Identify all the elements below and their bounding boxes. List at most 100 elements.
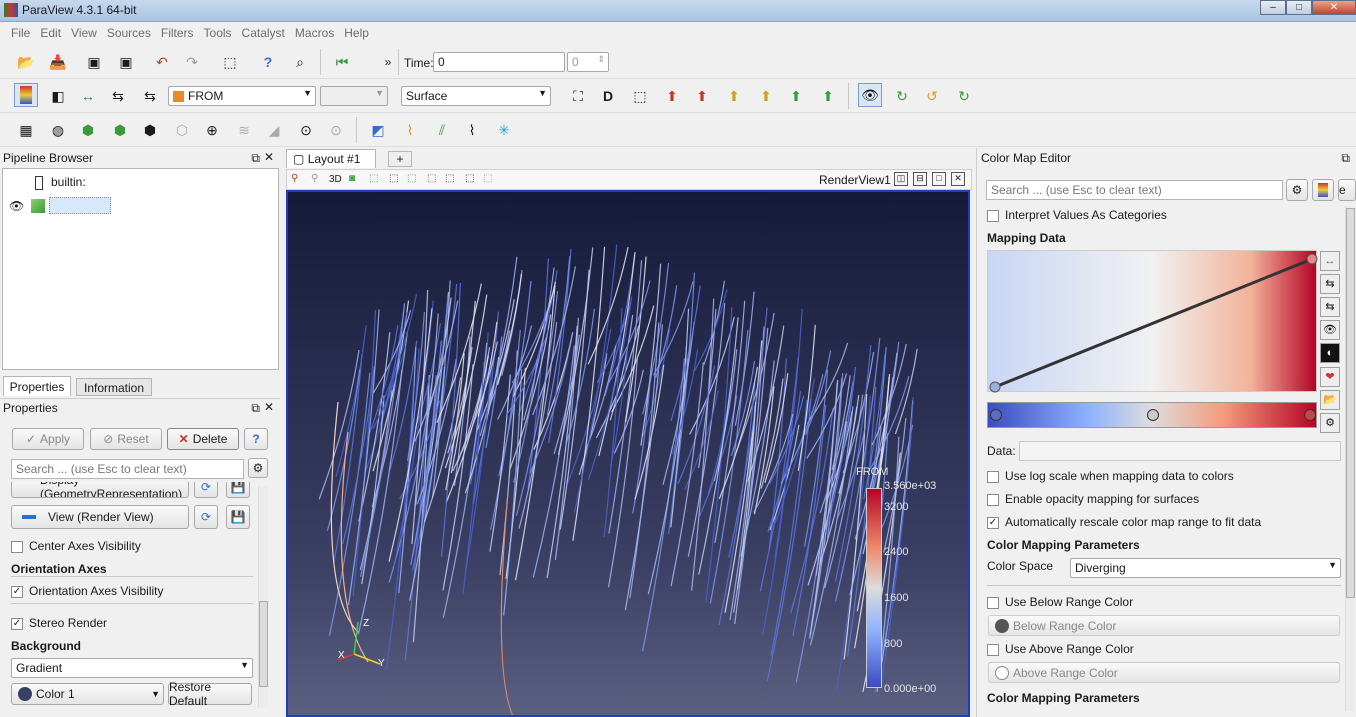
refresh-icon[interactable]: ⟳	[194, 482, 218, 498]
open-icon[interactable]: 📂	[14, 50, 38, 74]
tab-properties[interactable]: Properties	[3, 376, 71, 396]
clip-icon[interactable]: ⬢	[76, 118, 100, 142]
edit-colormap-icon[interactable]: ◧	[46, 84, 70, 108]
query-icon[interactable]: ◩	[366, 118, 390, 142]
representation-select[interactable]: Surface ▼	[401, 86, 551, 106]
view-minus-z-icon[interactable]: ⬆	[816, 84, 840, 108]
menu-view[interactable]: View	[66, 23, 102, 43]
tab-layout-1[interactable]: ▢ Layout #1 ✕	[286, 149, 376, 180]
plot-selection-icon[interactable]: ⫽	[430, 118, 454, 142]
menu-sources[interactable]: Sources	[102, 23, 156, 43]
rescale-visible-icon[interactable]: ⇆	[138, 84, 162, 108]
clear-selection-icon[interactable]: ⬚	[483, 173, 492, 184]
view-minus-y-icon[interactable]: ⬆	[754, 84, 778, 108]
colormap-toggle-icon[interactable]	[1312, 179, 1334, 201]
above-range-color-button[interactable]: Above Range Color	[988, 662, 1340, 683]
select-points-icon[interactable]: ⬚	[389, 173, 398, 184]
below-range-color-button[interactable]: Below Range Color	[988, 615, 1340, 636]
properties-search-input[interactable]: Search ... (use Esc to clear text)	[11, 459, 244, 479]
stereo-render-checkbox[interactable]: ✓ Stereo Render	[11, 616, 107, 630]
find-data-icon[interactable]: ⌕	[288, 50, 312, 74]
auto-rescale-checkbox[interactable]: ✓ Automatically rescale color map range t…	[987, 515, 1261, 529]
split-vertical-icon[interactable]: ⊟	[913, 172, 927, 186]
contour-icon[interactable]: ◍	[46, 118, 70, 142]
undo-icon[interactable]: ↶	[150, 50, 174, 74]
view-capture-icon[interactable]: ⚲	[291, 173, 298, 184]
save-icon[interactable]: 💾	[226, 482, 250, 498]
control-point[interactable]	[990, 409, 1002, 421]
rescale-time-icon[interactable]: ⇆	[1320, 297, 1340, 317]
center-axes-checkbox[interactable]: Center Axes Visibility	[11, 539, 141, 553]
close-panel-icon[interactable]: ✕	[264, 150, 274, 164]
colormap-search-input[interactable]: Search ... (use Esc to clear text)	[986, 180, 1283, 200]
render-view[interactable]: FROM 3.560e+03 3200 2400 1600 800 0.000e…	[286, 190, 970, 717]
log-scale-checkbox[interactable]: Use log scale when mapping data to color…	[987, 469, 1234, 483]
select-block-icon[interactable]: ⬚	[427, 173, 436, 184]
opacity-mapping-checkbox[interactable]: Enable opacity mapping for surfaces	[987, 492, 1199, 506]
plot-over-line-icon[interactable]: ⌇	[398, 118, 422, 142]
maximize-view-icon[interactable]: □	[932, 172, 946, 186]
camera-icon[interactable]: ◙	[349, 173, 355, 184]
control-point[interactable]	[1147, 409, 1159, 421]
grow-selection-icon[interactable]: ⬚	[465, 173, 474, 184]
extract-level-icon[interactable]: ⊙	[324, 118, 348, 142]
undock-icon[interactable]: ⧉	[1341, 151, 1350, 166]
tab-information[interactable]: Information	[76, 378, 152, 396]
plot-data-icon[interactable]: ⌇	[460, 118, 484, 142]
first-frame-icon[interactable]: ⏮	[330, 50, 354, 74]
color-legend-toggle-icon[interactable]	[14, 83, 38, 107]
advanced-gear-icon[interactable]: ⚙	[248, 458, 268, 478]
data-value-field[interactable]	[1019, 441, 1341, 461]
extract-subset-icon[interactable]: ⬡	[170, 118, 194, 142]
colormap-extra-icon[interactable]: e	[1338, 179, 1356, 201]
rescale-custom-icon[interactable]: ⇆	[1320, 274, 1340, 294]
save-icon[interactable]: 💾	[226, 505, 250, 529]
use-below-range-checkbox[interactable]: Use Below Range Color	[987, 595, 1133, 609]
close-window-button[interactable]: ✕	[1312, 0, 1356, 15]
component-select[interactable]: ▼	[320, 86, 388, 106]
calculator-icon[interactable]: ▦	[14, 118, 38, 142]
rescale-visible-icon[interactable]: 👁	[1320, 320, 1340, 340]
colormap-gear-icon[interactable]: ⚙	[1286, 179, 1308, 201]
select-cells-icon[interactable]: ⬚	[369, 173, 378, 184]
menu-tools[interactable]: Tools	[199, 23, 237, 43]
interpret-categories-checkbox[interactable]: Interpret Values As Categories	[987, 208, 1167, 222]
refresh-icon[interactable]: ⟳	[194, 505, 218, 529]
slice-icon[interactable]: ⬢	[108, 118, 132, 142]
reset-camera-icon[interactable]: ⛶	[566, 84, 590, 108]
more-toolbar-icon[interactable]: »	[376, 50, 400, 74]
glyph-icon[interactable]: ⊕	[200, 118, 224, 142]
disconnect-icon[interactable]: ▣	[114, 50, 138, 74]
time-input[interactable]: 0	[433, 52, 565, 72]
menu-help[interactable]: Help	[339, 23, 374, 43]
stream-tracer-icon[interactable]: ≋	[232, 118, 256, 142]
menu-edit[interactable]: Edit	[35, 23, 66, 43]
menu-macros[interactable]: Macros	[290, 23, 339, 43]
add-layout-button[interactable]: +	[388, 151, 412, 167]
view-plus-z-icon[interactable]: ⬆	[784, 84, 808, 108]
rotate-90-cw-icon[interactable]: ↻	[890, 84, 914, 108]
color-space-select[interactable]: Diverging ▼	[1070, 558, 1341, 578]
maximize-button[interactable]: □	[1286, 0, 1312, 15]
display-section-button[interactable]: Display (GeometryRepresentation)	[11, 482, 189, 498]
view-section-button[interactable]: View (Render View)	[11, 505, 189, 529]
cluster-icon[interactable]: ✳	[492, 118, 516, 142]
menu-catalyst[interactable]: Catalyst	[237, 23, 290, 43]
color1-button[interactable]: Color 1 ▼	[11, 683, 164, 705]
choose-preset-icon[interactable]: ❤	[1320, 367, 1340, 387]
threshold-icon[interactable]: ⬢	[138, 118, 162, 142]
undock-icon[interactable]: ⧉	[251, 151, 260, 166]
advanced-colormap-icon[interactable]: ⚙	[1320, 413, 1340, 433]
rotate-icon[interactable]: ↻	[952, 84, 976, 108]
redo-icon[interactable]: ↷	[180, 50, 204, 74]
interactive-select-icon[interactable]: ⬚	[445, 173, 454, 184]
properties-scrollbar[interactable]	[258, 486, 268, 708]
toggle-3d-button[interactable]: 3D	[329, 174, 342, 185]
interaction-mode-icon[interactable]: 👁	[858, 83, 882, 107]
reset-button[interactable]: ⊘ Reset	[90, 428, 162, 450]
opacity-transfer-function[interactable]	[987, 250, 1318, 393]
background-select[interactable]: Gradient ▼	[11, 658, 253, 678]
delete-button[interactable]: ✕ Delete	[167, 428, 239, 450]
view-plus-x-icon[interactable]: ⬆	[660, 84, 684, 108]
load-state-icon[interactable]: 📥	[46, 50, 70, 74]
